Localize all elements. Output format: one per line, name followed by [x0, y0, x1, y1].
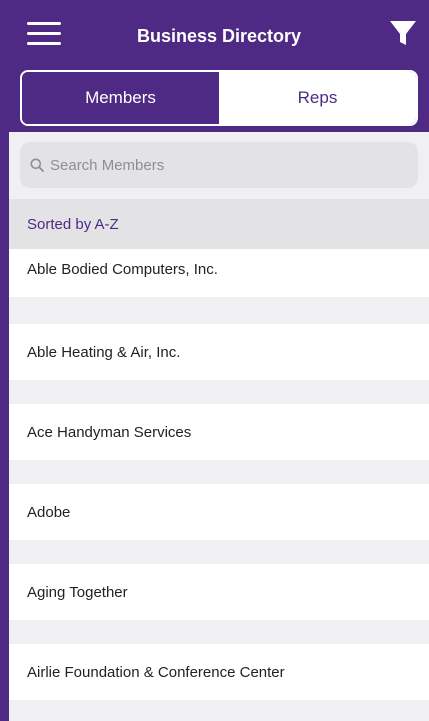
sort-label: Sorted by A-Z: [27, 215, 119, 233]
list-item[interactable]: Able Heating & Air, Inc.: [9, 324, 429, 380]
app-header: Business Directory: [9, 0, 429, 62]
search-box[interactable]: [20, 142, 418, 188]
app-screen: Business Directory Members Reps Sorted b…: [9, 0, 429, 721]
sort-header: Sorted by A-Z: [9, 199, 429, 249]
filter-funnel-icon[interactable]: [388, 18, 418, 48]
left-edge-bar: [0, 0, 9, 721]
list-item[interactable]: Ace Handyman Services: [9, 404, 429, 460]
search-icon: [30, 158, 44, 172]
tab-members[interactable]: Members: [22, 72, 219, 124]
list-item[interactable]: Airlie Foundation & Conference Center: [9, 644, 429, 700]
tab-reps[interactable]: Reps: [219, 72, 416, 124]
search-area: [9, 132, 429, 199]
list-item[interactable]: Aging Together: [9, 564, 429, 620]
members-reps-segmented-control: Members Reps: [20, 70, 418, 126]
search-input[interactable]: [50, 156, 350, 174]
members-list: Able Bodied Computers, Inc. Able Heating…: [9, 249, 429, 721]
list-item[interactable]: Adobe: [9, 484, 429, 540]
page-title: Business Directory: [136, 26, 302, 46]
list-item[interactable]: Able Bodied Computers, Inc.: [9, 249, 429, 297]
